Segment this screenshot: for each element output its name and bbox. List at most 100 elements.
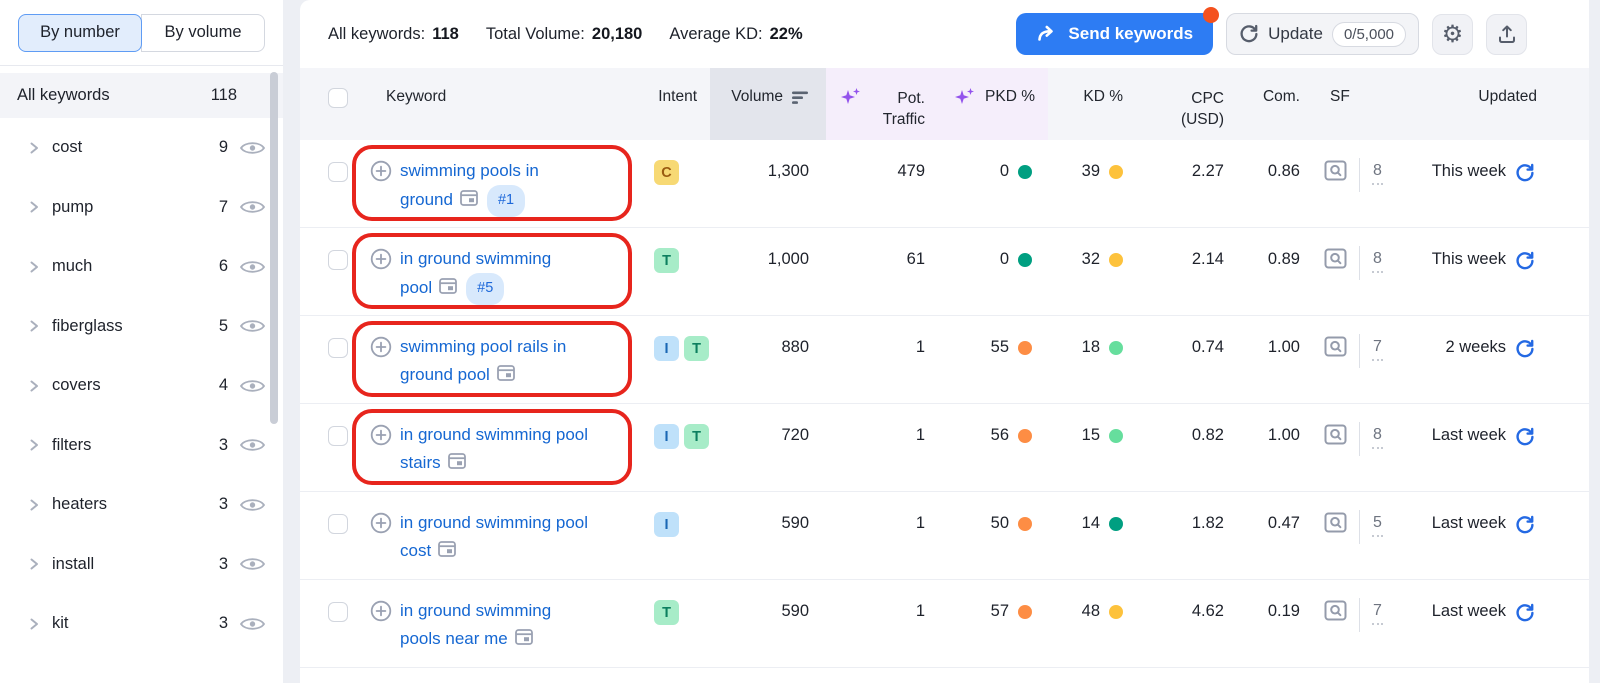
keyword-link[interactable]: swimming pool rails in ground pool — [400, 337, 566, 384]
column-header-updated[interactable]: Updated — [1396, 68, 1589, 140]
eye-icon[interactable] — [239, 198, 266, 216]
serp-preview-icon[interactable] — [438, 538, 456, 566]
update-button[interactable]: Update 0/5,000 — [1226, 13, 1419, 55]
sidebar-group-item[interactable]: kit3 — [0, 594, 283, 654]
keyword-link[interactable]: swimming pools in ground#1 — [400, 161, 539, 209]
chevron-right-icon[interactable] — [27, 379, 41, 393]
column-header-keyword[interactable]: Keyword — [356, 68, 654, 140]
keyword-link[interactable]: in ground swimming pool stairs — [400, 425, 588, 472]
add-keyword-icon[interactable] — [370, 160, 392, 227]
column-header-volume[interactable]: Volume — [710, 68, 826, 140]
refresh-icon[interactable] — [1515, 603, 1535, 623]
refresh-icon[interactable] — [1515, 427, 1535, 447]
intent-badge-I: I — [654, 424, 679, 449]
keyword-link[interactable]: in ground swimming pool cost — [400, 513, 588, 560]
view-serp-icon[interactable] — [1324, 336, 1347, 357]
refresh-icon[interactable] — [1515, 515, 1535, 535]
chevron-right-icon[interactable] — [27, 498, 41, 512]
sidebar-group-item[interactable]: covers4 — [0, 356, 283, 416]
chevron-right-icon[interactable] — [27, 260, 41, 274]
upload-icon — [1497, 24, 1517, 44]
refresh-icon[interactable] — [1515, 163, 1535, 183]
kd-value: 18 — [1082, 338, 1100, 357]
view-serp-icon[interactable] — [1324, 600, 1347, 621]
add-keyword-icon[interactable] — [370, 424, 392, 491]
view-serp-icon[interactable] — [1324, 160, 1347, 181]
chevron-right-icon[interactable] — [27, 557, 41, 571]
serp-preview-icon[interactable] — [515, 626, 533, 654]
eye-icon[interactable] — [239, 496, 266, 514]
sidebar-group-item[interactable]: install3 — [0, 535, 283, 595]
add-keyword-icon[interactable] — [370, 248, 392, 315]
eye-icon[interactable] — [239, 139, 266, 157]
com-cell: 1.00 — [1232, 404, 1306, 491]
settings-button[interactable]: ⚙ — [1432, 14, 1473, 55]
all-keywords-row[interactable]: All keywords 118 — [0, 73, 283, 118]
serp-preview-icon[interactable] — [448, 450, 466, 478]
update-quota-counter: 0/5,000 — [1332, 22, 1406, 47]
add-keyword-icon[interactable] — [370, 336, 392, 403]
column-header-intent[interactable]: Intent — [654, 68, 710, 140]
cpc-cell: 2.14 — [1138, 228, 1232, 315]
sidebar-group-item[interactable]: filters3 — [0, 416, 283, 476]
serp-preview-icon[interactable] — [497, 362, 515, 390]
column-header-com[interactable]: Com. — [1232, 68, 1306, 140]
serp-features-count[interactable]: 5 — [1372, 512, 1383, 537]
sidebar-group-item[interactable]: much6 — [0, 237, 283, 297]
view-serp-icon[interactable] — [1324, 248, 1347, 269]
sidebar-scrollbar[interactable] — [270, 72, 278, 424]
row-checkbox[interactable] — [328, 338, 348, 358]
chevron-right-icon[interactable] — [27, 438, 41, 452]
divider — [1359, 246, 1360, 280]
tab-by-number[interactable]: By number — [18, 14, 142, 52]
refresh-icon[interactable] — [1515, 251, 1535, 271]
tab-by-volume[interactable]: By volume — [141, 14, 265, 52]
eye-icon[interactable] — [239, 555, 266, 573]
keyword-link[interactable]: in ground swimming pool#5 — [400, 249, 551, 297]
sidebar-group-item[interactable]: heaters3 — [0, 475, 283, 535]
chevron-right-icon[interactable] — [27, 141, 41, 155]
serp-features-count[interactable]: 7 — [1372, 600, 1383, 625]
chevron-right-icon[interactable] — [27, 617, 41, 631]
row-checkbox[interactable] — [328, 602, 348, 622]
sidebar-group-item[interactable]: fiberglass5 — [0, 297, 283, 357]
pot-traffic-cell: 1 — [826, 404, 936, 491]
view-serp-icon[interactable] — [1324, 424, 1347, 445]
refresh-icon[interactable] — [1515, 339, 1535, 359]
serp-features-count[interactable]: 7 — [1372, 336, 1383, 361]
sidebar-group-item[interactable]: cost9 — [0, 118, 283, 178]
serp-preview-icon[interactable] — [460, 187, 478, 215]
table-row: in ground swimming pool costI590150141.8… — [300, 492, 1589, 580]
column-header-cpc[interactable]: CPC(USD) — [1138, 68, 1232, 140]
column-header-kd[interactable]: KD % — [1048, 68, 1138, 140]
keyword-link[interactable]: in ground swimming pools near me — [400, 601, 551, 648]
column-header-sf[interactable]: SF — [1306, 68, 1396, 140]
serp-features-count[interactable]: 8 — [1372, 248, 1383, 273]
eye-icon[interactable] — [239, 615, 266, 633]
row-checkbox[interactable] — [328, 426, 348, 446]
row-checkbox[interactable] — [328, 162, 348, 182]
chevron-right-icon[interactable] — [27, 200, 41, 214]
row-checkbox[interactable] — [328, 250, 348, 270]
send-keywords-button[interactable]: Send keywords — [1016, 13, 1213, 55]
view-serp-icon[interactable] — [1324, 512, 1347, 533]
kd-value: 48 — [1082, 602, 1100, 621]
eye-icon[interactable] — [239, 436, 266, 454]
eye-icon[interactable] — [239, 377, 266, 395]
select-all-checkbox[interactable] — [328, 88, 348, 108]
chevron-right-icon[interactable] — [27, 319, 41, 333]
row-checkbox[interactable] — [328, 514, 348, 534]
column-header-pot-traffic[interactable]: Pot.Traffic — [826, 68, 936, 140]
eye-icon[interactable] — [239, 317, 266, 335]
serp-preview-icon[interactable] — [439, 275, 457, 303]
serp-features-count[interactable]: 8 — [1372, 424, 1383, 449]
sidebar-group-item[interactable]: pump7 — [0, 178, 283, 238]
column-header-pkd[interactable]: PKD % — [936, 68, 1048, 140]
pkd-cell: 50 — [936, 492, 1048, 579]
divider — [1359, 510, 1360, 544]
serp-features-count[interactable]: 8 — [1372, 160, 1383, 185]
add-keyword-icon[interactable] — [370, 600, 392, 667]
eye-icon[interactable] — [239, 258, 266, 276]
export-button[interactable] — [1486, 14, 1527, 55]
add-keyword-icon[interactable] — [370, 512, 392, 579]
